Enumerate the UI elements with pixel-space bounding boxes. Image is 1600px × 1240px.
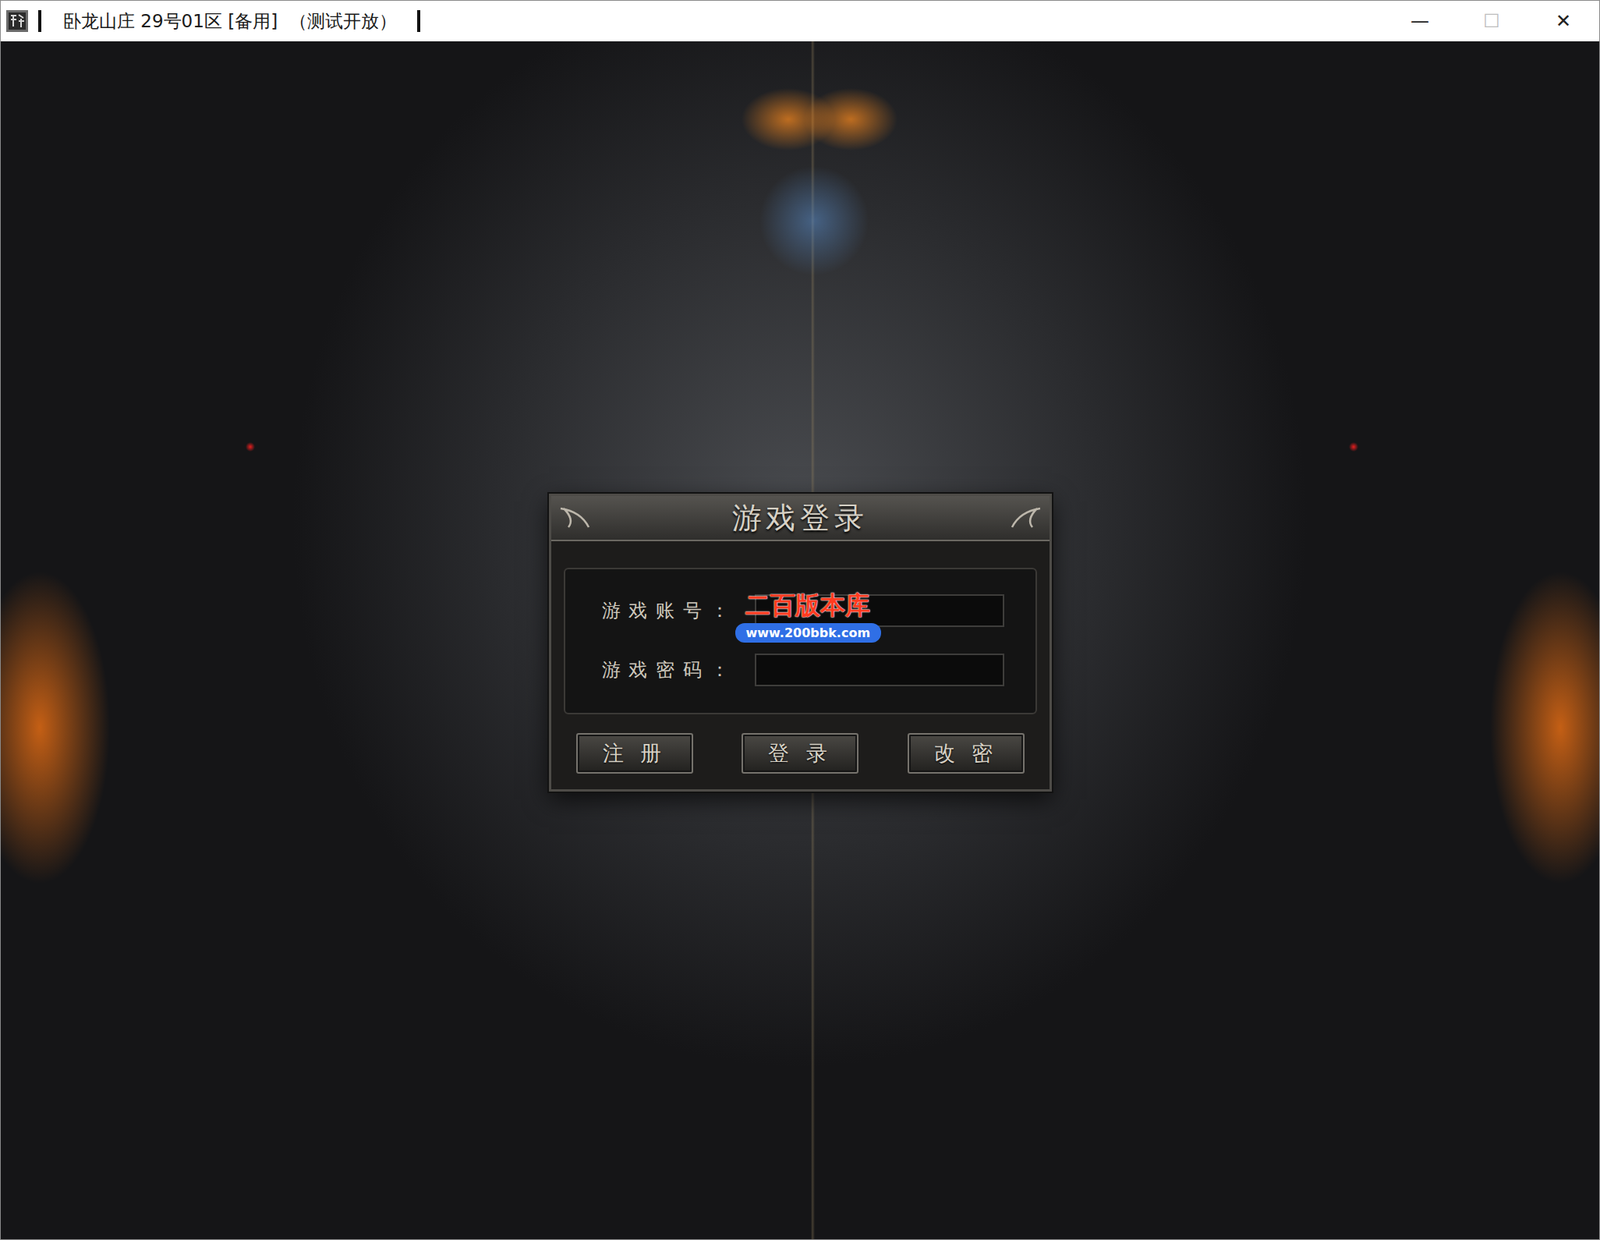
register-button[interactable]: 注册	[576, 732, 694, 774]
dialog-title: 游戏登录	[732, 498, 869, 539]
field-label: 游戏密码：	[601, 657, 755, 683]
dialog-header: 游戏登录	[551, 495, 1050, 542]
title-bar: 卧龙山庄 29号01区 [备用] （测试开放） —☐✕	[0, 0, 1600, 42]
form-row: 游戏密码：	[601, 653, 1005, 687]
watermark: 二百版本库 www.200bbk.com	[735, 591, 882, 643]
window-title: 卧龙山庄 29号01区 [备用] （测试开放）	[50, 9, 408, 34]
change-password-button[interactable]: 改密	[907, 732, 1025, 774]
maximize-button: ☐	[1455, 0, 1528, 42]
watermark-name: 二百版本库	[745, 591, 871, 620]
separator	[38, 10, 42, 32]
game-client-window: 卧龙山庄 29号01区 [备用] （测试开放） —☐✕ 游戏登录游戏账号： 游戏密码：…	[0, 0, 1600, 1240]
button-row: 注册 登录 改密	[551, 714, 1050, 774]
field-label: 游戏账号：	[601, 598, 755, 624]
close-button[interactable]: ✕	[1527, 0, 1600, 42]
app-icon	[5, 9, 29, 33]
ornament-icon	[996, 503, 1044, 532]
background-art: 游戏登录游戏账号： 游戏密码： 注册 登录 改密 二百版本库 www.200bbk.com	[0, 41, 1600, 1239]
login-dialog: 游戏登录游戏账号： 游戏密码： 注册 登录 改密 二百版本库 www.200bbk.com	[548, 493, 1052, 792]
login-button[interactable]: 登录	[741, 732, 859, 774]
separator	[417, 10, 421, 32]
password-field[interactable]	[754, 653, 1005, 687]
watermark-url: www.200bbk.com	[735, 623, 882, 643]
minimize-button[interactable]: —	[1384, 0, 1456, 42]
ornament-icon	[557, 503, 605, 532]
